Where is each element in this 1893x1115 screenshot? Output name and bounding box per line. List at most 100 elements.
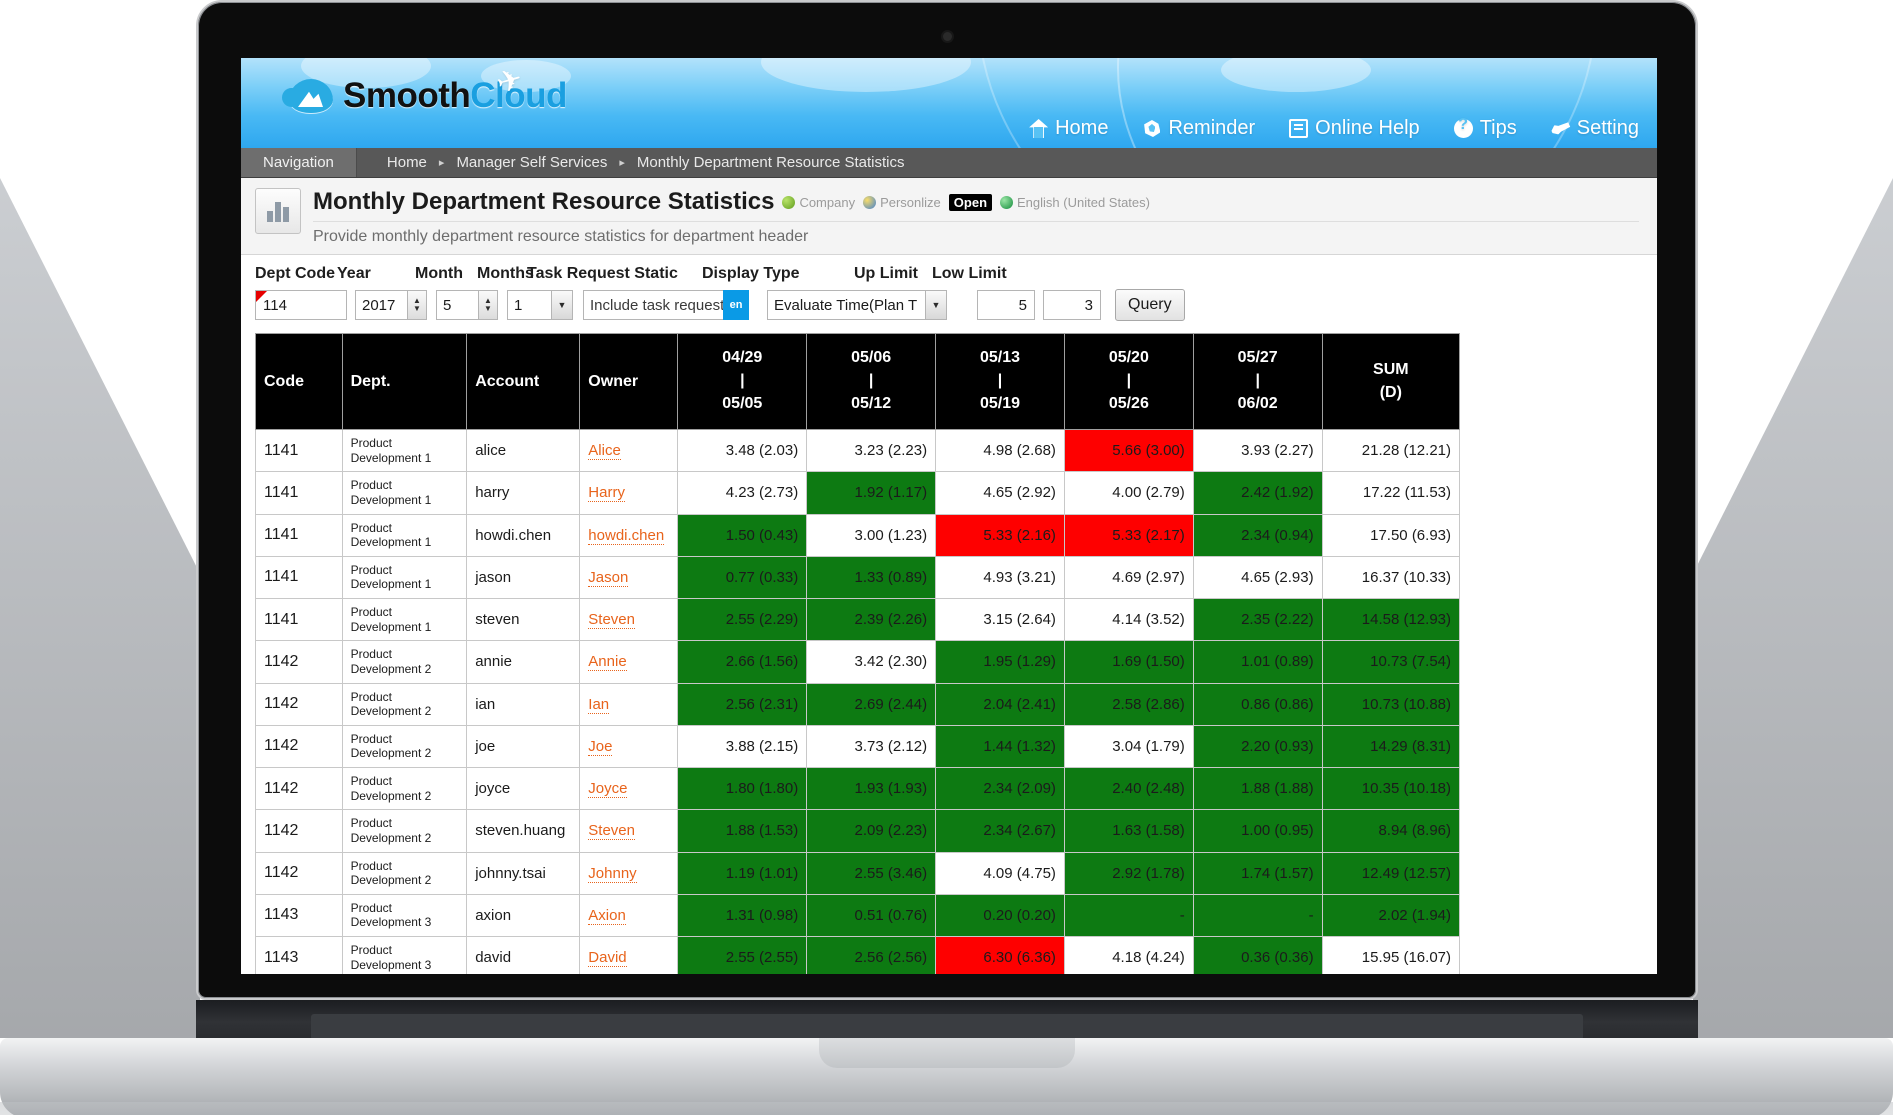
query-button[interactable]: Query bbox=[1115, 289, 1185, 321]
laptop-reflection bbox=[0, 1102, 1893, 1115]
cell-account: joyce bbox=[466, 766, 581, 811]
cell-week-4: 2.92 (1.78) bbox=[1063, 851, 1194, 895]
year-stepper[interactable]: ▲ ▼ bbox=[407, 290, 427, 320]
month-input[interactable]: 5 bbox=[436, 290, 478, 320]
owner-link[interactable]: Axion bbox=[588, 906, 626, 925]
stepper-down-icon[interactable]: ▼ bbox=[484, 305, 492, 313]
breadcrumb-item-home[interactable]: Home bbox=[375, 154, 439, 171]
cell-row-sum: 17.22 (11.53) bbox=[1321, 471, 1461, 515]
cell-week-2: 2.69 (2.44) bbox=[806, 682, 937, 726]
owner-link[interactable]: Jason bbox=[588, 568, 629, 587]
nav-item-tips[interactable]: Tips bbox=[1453, 116, 1517, 140]
cell-dept: Product Development 1 bbox=[341, 471, 468, 515]
cell-week-4: 2.58 (2.86) bbox=[1063, 682, 1194, 726]
low-limit-input[interactable]: 3 bbox=[1043, 290, 1101, 320]
nav-item-setting[interactable]: Setting bbox=[1551, 117, 1639, 140]
month-stepper[interactable]: ▲ ▼ bbox=[478, 290, 498, 320]
label-task-request-static: Task Request Static bbox=[527, 265, 678, 282]
week-4-start: 05/20 bbox=[1108, 349, 1149, 367]
cell-account: alice bbox=[466, 428, 581, 473]
cell-account: johnny.tsai bbox=[466, 851, 581, 895]
year-input[interactable]: 2017 bbox=[355, 290, 407, 320]
months-select[interactable]: 1 bbox=[507, 290, 551, 320]
owner-link[interactable]: Steven bbox=[588, 822, 635, 841]
cell-week-5: 1.01 (0.89) bbox=[1192, 640, 1323, 684]
owner-link[interactable]: Johnny bbox=[588, 864, 637, 883]
table-row: 1142 Product Development 2 steven.huang Ste… bbox=[255, 809, 1461, 853]
cell-code: 1143 bbox=[255, 893, 343, 938]
task-request-static-input[interactable]: Include task request(ap bbox=[583, 290, 723, 320]
cell-account: jason bbox=[466, 555, 581, 600]
display-type-dropdown-caret-icon[interactable]: ▼ bbox=[925, 290, 947, 320]
company-chip[interactable]: Company bbox=[782, 195, 855, 210]
nav-item-reminder-label: Reminder bbox=[1168, 117, 1256, 139]
owner-link[interactable]: Joe bbox=[588, 737, 613, 756]
col-header-week-3[interactable]: 05/13 | 05/19 bbox=[935, 333, 1065, 430]
week-5-start: 05/27 bbox=[1237, 349, 1278, 367]
owner-link[interactable]: Alice bbox=[588, 442, 621, 461]
language-chip[interactable]: English (United States) bbox=[1000, 195, 1150, 210]
cell-row-sum: 10.73 (10.88) bbox=[1321, 682, 1461, 726]
col-header-dept[interactable]: Dept. bbox=[341, 333, 468, 430]
cell-code: 1142 bbox=[255, 682, 343, 726]
owner-link[interactable]: Steven bbox=[588, 611, 635, 630]
cell-week-5: 3.93 (2.27) bbox=[1192, 428, 1323, 473]
cell-week-5: 0.86 (0.86) bbox=[1192, 682, 1323, 726]
col-header-week-1[interactable]: 04/29 | 05/05 bbox=[677, 333, 808, 430]
page-title: Monthly Department Resource Statistics bbox=[313, 188, 775, 215]
cell-code: 1141 bbox=[255, 597, 343, 642]
table-row: 1141 Product Development 1 alice Alice 3.48 … bbox=[255, 428, 1461, 473]
nav-item-online-help[interactable]: Online Help bbox=[1289, 117, 1420, 140]
cell-week-4: 2.40 (2.48) bbox=[1063, 766, 1194, 811]
home-icon bbox=[1029, 119, 1048, 138]
cell-owner: Ian bbox=[579, 682, 679, 726]
owner-link[interactable]: David bbox=[588, 949, 627, 968]
stepper-down-icon[interactable]: ▼ bbox=[413, 305, 421, 313]
breadcrumb-item-current[interactable]: Monthly Department Resource Statistics bbox=[625, 154, 917, 171]
ime-language-badge[interactable]: en bbox=[723, 290, 749, 320]
col-header-week-4[interactable]: 05/20 | 05/26 bbox=[1063, 333, 1194, 430]
globe-icon bbox=[1000, 195, 1014, 209]
cell-owner: Steven bbox=[579, 597, 679, 642]
breadcrumb: Navigation Home ▸ Manager Self Services … bbox=[241, 148, 1657, 178]
owner-link[interactable]: howdi.chen bbox=[588, 526, 665, 545]
company-label: Company bbox=[799, 194, 856, 210]
week-5-bar: | bbox=[1255, 372, 1260, 390]
owner-link[interactable]: Ian bbox=[588, 695, 610, 714]
open-status-badge[interactable]: Open bbox=[948, 193, 993, 211]
months-dropdown-caret-icon[interactable]: ▼ bbox=[551, 290, 573, 320]
col-header-account[interactable]: Account bbox=[466, 333, 581, 430]
nav-item-reminder[interactable]: Reminder bbox=[1142, 117, 1255, 140]
col-header-sum[interactable]: SUM (D) bbox=[1321, 333, 1461, 430]
breadcrumb-item-manager-self-services[interactable]: Manager Self Services bbox=[444, 154, 619, 171]
label-display-type: Display Type bbox=[702, 265, 800, 282]
cell-dept: Product Development 2 bbox=[341, 724, 468, 769]
label-dept-code: Dept Code bbox=[255, 265, 335, 282]
cell-week-4: 4.14 (3.52) bbox=[1063, 597, 1194, 642]
cell-week-3: 4.09 (4.75) bbox=[935, 851, 1065, 895]
navigation-label[interactable]: Navigation bbox=[241, 148, 357, 177]
nav-item-setting-label: Setting bbox=[1576, 117, 1639, 139]
col-header-owner[interactable]: Owner bbox=[579, 333, 679, 430]
owner-link[interactable]: Joyce bbox=[588, 780, 628, 799]
cell-account: axion bbox=[466, 893, 581, 938]
week-2-end: 05/12 bbox=[851, 394, 892, 412]
label-months: Months bbox=[477, 265, 534, 282]
personlize-chip[interactable]: Personlize bbox=[863, 195, 941, 210]
col-header-week-5[interactable]: 05/27 | 06/02 bbox=[1192, 333, 1323, 430]
col-header-week-2[interactable]: 05/06 | 05/12 bbox=[806, 333, 937, 430]
up-limit-input[interactable]: 5 bbox=[977, 290, 1035, 320]
cell-row-sum: 16.37 (10.33) bbox=[1321, 555, 1461, 600]
display-type-select[interactable]: Evaluate Time(Plan T bbox=[767, 290, 925, 320]
cell-week-5: 2.20 (0.93) bbox=[1192, 724, 1323, 769]
cell-dept: Product Development 2 bbox=[341, 766, 468, 811]
brand-logo[interactable]: SmoothCloud bbox=[282, 76, 567, 116]
owner-link[interactable]: Annie bbox=[588, 653, 627, 672]
col-header-code[interactable]: Code bbox=[255, 333, 343, 430]
owner-link[interactable]: Harry bbox=[588, 484, 625, 503]
cell-week-1: 3.88 (2.15) bbox=[677, 724, 808, 769]
cell-dept: Product Development 2 bbox=[341, 851, 468, 895]
nav-item-home[interactable]: Home bbox=[1029, 117, 1108, 140]
dept-code-input[interactable]: 114 bbox=[255, 290, 347, 320]
cell-week-5: 1.88 (1.88) bbox=[1192, 766, 1323, 811]
